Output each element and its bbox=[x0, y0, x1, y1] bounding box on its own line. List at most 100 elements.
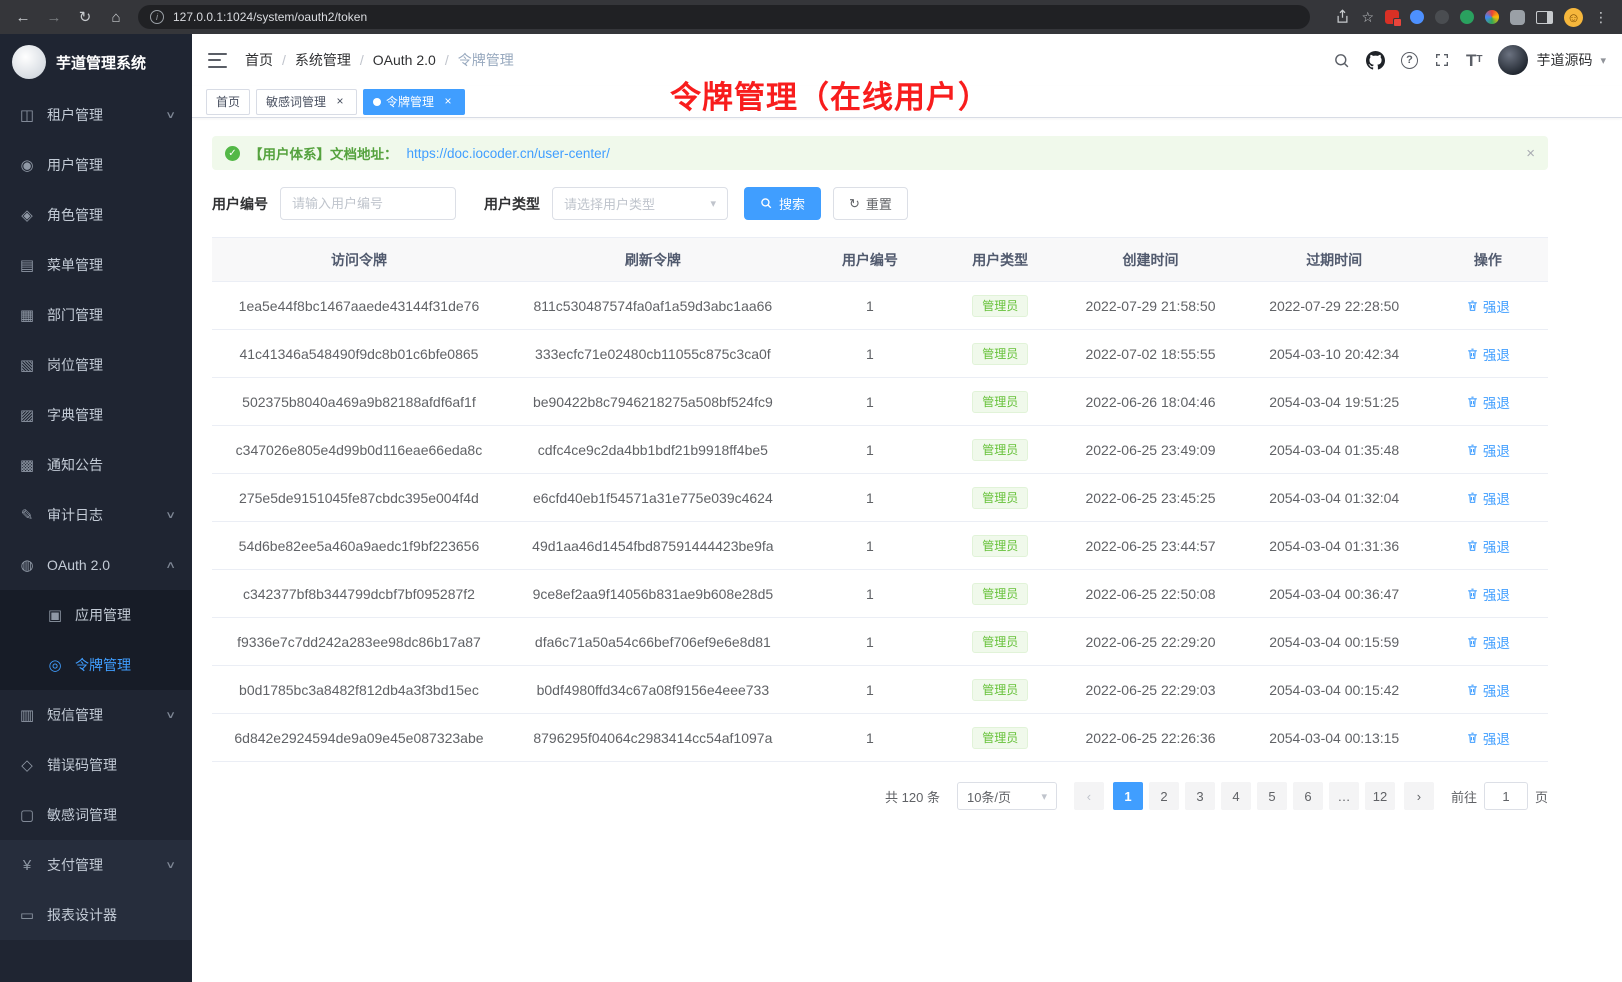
sidebar-item-label: 字典管理 bbox=[47, 405, 103, 425]
collapse-menu-icon[interactable] bbox=[208, 53, 227, 68]
browser-menu-icon[interactable]: ⋮ bbox=[1594, 10, 1608, 24]
extension-red-icon[interactable] bbox=[1385, 10, 1399, 24]
page-number-button[interactable]: 6 bbox=[1293, 782, 1323, 810]
user-id-input[interactable] bbox=[280, 187, 456, 220]
refresh-token-cell: 49d1aa46d1454fbd87591444423be9fa bbox=[506, 522, 800, 570]
help-icon[interactable]: ? bbox=[1401, 52, 1418, 69]
caret-down-icon: ▾ bbox=[710, 197, 716, 210]
delete-icon bbox=[1466, 539, 1479, 552]
sidebar-item[interactable]: ▢ 敏感词管理 bbox=[0, 790, 192, 840]
access-token-cell: c347026e805e4d99b0d116eae66eda8c bbox=[212, 426, 506, 474]
browser-home-button[interactable]: ⌂ bbox=[107, 9, 125, 26]
sidebar-item[interactable]: ◇ 错误码管理 bbox=[0, 740, 192, 790]
page-number-button[interactable]: … bbox=[1329, 782, 1359, 810]
fullscreen-icon[interactable] bbox=[1434, 52, 1450, 68]
chevron-icon: ∨ bbox=[165, 710, 176, 721]
site-info-icon[interactable]: i bbox=[150, 10, 164, 24]
breadcrumb-item[interactable]: 系统管理 bbox=[273, 50, 351, 70]
view-tab[interactable]: 首页 × bbox=[206, 89, 250, 115]
page-number-button[interactable]: 2 bbox=[1149, 782, 1179, 810]
breadcrumb-item[interactable]: 令牌管理 bbox=[436, 50, 514, 70]
extensions-puzzle-icon[interactable] bbox=[1510, 10, 1525, 25]
created-time-cell: 2022-07-02 18:55:55 bbox=[1060, 330, 1240, 378]
sidebar-item[interactable]: ▨ 字典管理 bbox=[0, 390, 192, 440]
app-logo[interactable]: 芋道管理系统 bbox=[0, 34, 192, 90]
breadcrumb-item[interactable]: OAuth 2.0 bbox=[351, 52, 436, 68]
refresh-token-cell: cdfc4ce9c2da4bb1bdf21b9918ff4be5 bbox=[506, 426, 800, 474]
force-logout-button[interactable]: 强退 bbox=[1466, 728, 1510, 748]
browser-profile-avatar[interactable]: ☺ bbox=[1564, 8, 1583, 27]
force-logout-button[interactable]: 强退 bbox=[1466, 296, 1510, 316]
access-token-cell: 6d842e2924594de9a09e45e087323abe bbox=[212, 714, 506, 762]
browser-forward-button[interactable]: → bbox=[45, 9, 63, 26]
force-logout-button[interactable]: 强退 bbox=[1466, 584, 1510, 604]
browser-address-bar[interactable]: i 127.0.0.1:1024/system/oauth2/token bbox=[138, 5, 1310, 29]
force-logout-button[interactable]: 强退 bbox=[1466, 536, 1510, 556]
sidebar-item[interactable]: ▧ 岗位管理 bbox=[0, 340, 192, 390]
sidebar-item[interactable]: ▣ 应用管理 bbox=[0, 590, 192, 640]
page-size-select[interactable]: 10条/页 ▾ bbox=[957, 782, 1057, 810]
url-text: 127.0.0.1:1024/system/oauth2/token bbox=[173, 10, 367, 24]
share-icon[interactable] bbox=[1335, 9, 1350, 26]
sidebar-item[interactable]: ▥ 短信管理 ∨ bbox=[0, 690, 192, 740]
sidebar-item[interactable]: ¥ 支付管理 ∨ bbox=[0, 840, 192, 890]
force-logout-button[interactable]: 强退 bbox=[1466, 632, 1510, 652]
search-icon[interactable] bbox=[1333, 52, 1350, 69]
page-number-button[interactable]: 12 bbox=[1365, 782, 1395, 810]
sidebar-item[interactable]: ▭ 报表设计器 bbox=[0, 890, 192, 940]
extension-green-icon[interactable] bbox=[1460, 10, 1474, 24]
error-code-icon: ◇ bbox=[18, 756, 36, 774]
sidebar-item-label: 角色管理 bbox=[47, 205, 103, 225]
sidebar-item[interactable]: ▩ 通知公告 bbox=[0, 440, 192, 490]
page-number-button[interactable]: 5 bbox=[1257, 782, 1287, 810]
alert-close-icon[interactable]: × bbox=[1526, 145, 1535, 162]
user-type-cell: 管理员 bbox=[940, 618, 1060, 666]
sidebar-item[interactable]: ✎ 审计日志 ∨ bbox=[0, 490, 192, 540]
alert-doc-link[interactable]: https://doc.iocoder.cn/user-center/ bbox=[407, 146, 610, 161]
font-size-icon[interactable]: TT bbox=[1466, 52, 1483, 69]
breadcrumb-item[interactable]: 首页 bbox=[245, 50, 273, 70]
sidebar-item[interactable]: ▤ 菜单管理 bbox=[0, 240, 192, 290]
force-logout-button[interactable]: 强退 bbox=[1466, 344, 1510, 364]
search-form: 用户编号 用户类型 请选择用户类型 ▾ 搜索 ↻ 重置 bbox=[212, 187, 1548, 220]
sidebar-item[interactable]: ◍ OAuth 2.0 ∧ bbox=[0, 540, 192, 590]
table-row: 502375b8040a469a9b82188afdf6af1f be90422… bbox=[212, 378, 1548, 426]
github-icon[interactable] bbox=[1366, 51, 1385, 70]
refresh-token-cell: 8796295f04064c2983414cc54af1097a bbox=[506, 714, 800, 762]
next-page-button[interactable]: › bbox=[1404, 782, 1434, 810]
close-icon[interactable]: × bbox=[441, 95, 455, 109]
view-tab[interactable]: 令牌管理 × bbox=[363, 89, 465, 115]
sidebar-item[interactable]: ◈ 角色管理 bbox=[0, 190, 192, 240]
force-logout-button[interactable]: 强退 bbox=[1466, 440, 1510, 460]
actions-cell: 强退 bbox=[1428, 330, 1548, 378]
force-logout-button[interactable]: 强退 bbox=[1466, 488, 1510, 508]
extension-blue-icon[interactable] bbox=[1410, 10, 1424, 24]
goto-page-input[interactable] bbox=[1484, 782, 1528, 810]
sidebar-item[interactable]: ▦ 部门管理 bbox=[0, 290, 192, 340]
table-header-cell: 创建时间 bbox=[1060, 238, 1240, 282]
sidebar-item[interactable]: ◫ 租户管理 ∨ bbox=[0, 90, 192, 140]
refresh-token-cell: dfa6c71a50a54c66bef706ef9e6e8d81 bbox=[506, 618, 800, 666]
browser-reload-button[interactable]: ↻ bbox=[76, 8, 94, 26]
sidebar-item[interactable]: ◎ 令牌管理 bbox=[0, 640, 192, 690]
page-number-button[interactable]: 3 bbox=[1185, 782, 1215, 810]
force-logout-button[interactable]: 强退 bbox=[1466, 680, 1510, 700]
actions-cell: 强退 bbox=[1428, 666, 1548, 714]
prev-page-button[interactable]: ‹ bbox=[1074, 782, 1104, 810]
force-logout-button[interactable]: 强退 bbox=[1466, 392, 1510, 412]
user-type-select[interactable]: 请选择用户类型 ▾ bbox=[552, 187, 728, 220]
reset-button[interactable]: ↻ 重置 bbox=[833, 187, 908, 220]
view-tab[interactable]: 敏感词管理 × bbox=[256, 89, 357, 115]
extension-dark-icon[interactable] bbox=[1435, 10, 1449, 24]
sidebar-item[interactable]: ◉ 用户管理 bbox=[0, 140, 192, 190]
search-button[interactable]: 搜索 bbox=[744, 187, 821, 220]
side-panel-icon[interactable] bbox=[1536, 11, 1553, 24]
close-icon[interactable]: × bbox=[333, 95, 347, 109]
browser-back-button[interactable]: ← bbox=[14, 9, 32, 26]
bookmark-star-icon[interactable]: ☆ bbox=[1361, 10, 1374, 24]
user-menu[interactable]: 芋道源码 ▾ bbox=[1498, 45, 1606, 75]
page-number-button[interactable]: 1 bbox=[1113, 782, 1143, 810]
page-number-button[interactable]: 4 bbox=[1221, 782, 1251, 810]
extension-pinwheel-icon[interactable] bbox=[1485, 10, 1499, 24]
actions-cell: 强退 bbox=[1428, 282, 1548, 330]
